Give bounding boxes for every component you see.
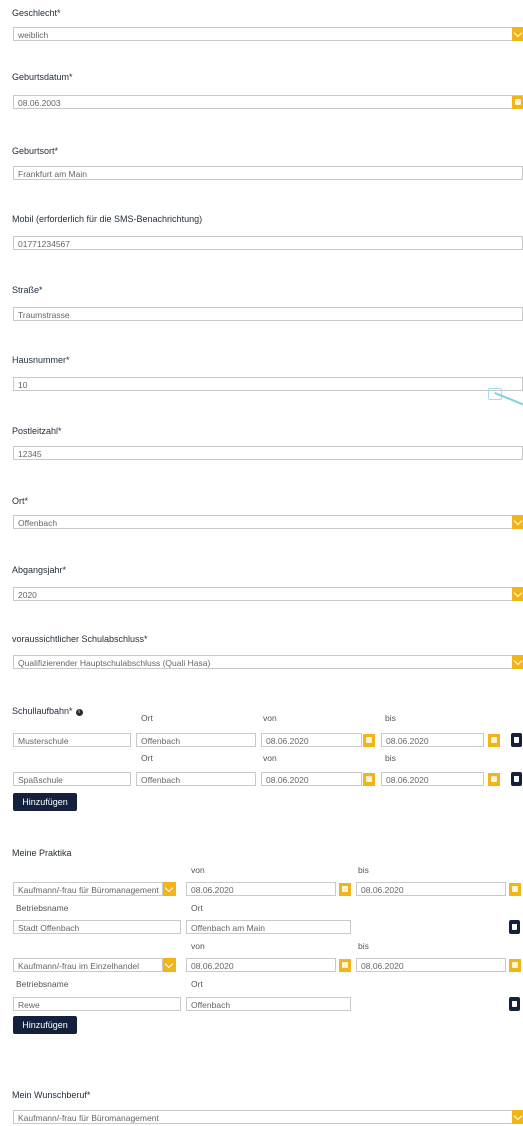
col-betriebsname: Betriebsname (16, 979, 69, 989)
schule-bis-input[interactable]: 08.06.2020 (381, 772, 484, 786)
hausnummer-label: Hausnummer* (12, 355, 70, 365)
col-ort: Ort (141, 753, 153, 763)
praktikum-von-input[interactable]: 08.06.2020 (186, 882, 336, 896)
col-von: von (191, 941, 205, 951)
calendar-icon[interactable] (363, 734, 375, 747)
abgangsjahr-select[interactable]: 2020 (13, 587, 523, 601)
col-ort: Ort (191, 903, 203, 913)
praktikum-bis-input[interactable]: 08.06.2020 (356, 882, 506, 896)
geburtsort-label: Geburtsort* (12, 146, 59, 156)
schule-bis-input[interactable]: 08.06.2020 (381, 733, 484, 747)
hausnummer-input[interactable]: 10 (13, 377, 523, 391)
geschlecht-select[interactable]: weiblich (13, 27, 523, 41)
col-bis: bis (385, 713, 396, 723)
col-von: von (263, 713, 277, 723)
strasse-label: Straße* (12, 285, 43, 295)
calendar-icon[interactable] (339, 883, 351, 896)
schullaufbahn-add-button[interactable]: Hinzufügen (13, 793, 77, 811)
praktikum-beruf-select[interactable]: Kaufmann/-frau für Büromanagement (13, 882, 163, 896)
betrieb-ort-input[interactable]: Offenbach (186, 997, 351, 1011)
geburtsdatum-label: Geburtsdatum* (12, 72, 73, 82)
trash-icon[interactable] (511, 733, 522, 747)
geburtsdatum-input[interactable]: 08.06.2003 (13, 95, 523, 109)
chevron-down-icon[interactable] (512, 587, 523, 601)
trash-icon[interactable] (509, 997, 520, 1011)
betriebsname-input[interactable]: Rewe (13, 997, 181, 1011)
schule-input[interactable]: Spaßschule (13, 772, 131, 786)
betrieb-ort-input[interactable]: Offenbach am Main (186, 920, 351, 934)
calendar-icon[interactable] (509, 883, 521, 896)
calendar-icon[interactable] (339, 959, 351, 972)
schule-ort-input[interactable]: Offenbach (136, 733, 256, 747)
chevron-down-icon[interactable] (512, 1110, 523, 1124)
praktika-add-button[interactable]: Hinzufügen (13, 1016, 77, 1034)
col-bis: bis (358, 941, 369, 951)
chevron-down-icon[interactable] (512, 655, 523, 669)
calendar-icon[interactable] (512, 96, 523, 109)
schule-ort-input[interactable]: Offenbach (136, 772, 256, 786)
col-ort: Ort (141, 713, 153, 723)
schulabschluss-label: voraussichtlicher Schulabschluss* (12, 634, 148, 644)
plz-input[interactable]: 12345 (13, 446, 523, 460)
mobil-label: Mobil (erforderlich für die SMS-Benachri… (12, 214, 203, 224)
chevron-down-icon[interactable] (512, 515, 523, 529)
wunschberuf-select[interactable]: Kaufmann/-frau für Büromanagement (13, 1110, 523, 1124)
strasse-input[interactable]: Traumstrasse (13, 307, 523, 321)
wunschberuf-label: Mein Wunschberuf* (12, 1090, 91, 1100)
calendar-icon[interactable] (488, 773, 500, 786)
praktikum-von-input[interactable]: 08.06.2020 (186, 958, 336, 972)
schulabschluss-select[interactable]: Qualifizierender Hauptschulabschluss (Qu… (13, 655, 523, 669)
ort-select[interactable]: Offenbach (13, 515, 523, 529)
info-icon[interactable]: i (75, 709, 83, 716)
praktikum-beruf-select[interactable]: Kaufmann/-frau im Einzelhandel (13, 958, 163, 972)
praktika-label: Meine Praktika (12, 848, 72, 858)
col-betriebsname: Betriebsname (16, 903, 69, 913)
col-von: von (263, 753, 277, 763)
col-ort: Ort (191, 979, 203, 989)
schullaufbahn-label: Schullaufbahn* i (12, 706, 83, 716)
chevron-down-icon[interactable] (163, 882, 176, 896)
trash-icon[interactable] (509, 920, 520, 934)
geburtsort-input[interactable]: Frankfurt am Main (13, 166, 523, 180)
abgangsjahr-label: Abgangsjahr* (12, 565, 67, 575)
plz-label: Postleitzahl* (12, 426, 62, 436)
praktikum-bis-input[interactable]: 08.06.2020 (356, 958, 506, 972)
trash-icon[interactable] (511, 772, 522, 786)
schule-von-input[interactable]: 08.06.2020 (261, 772, 362, 786)
col-bis: bis (358, 865, 369, 875)
chevron-down-icon[interactable] (512, 27, 523, 41)
pointer-mark (494, 392, 523, 409)
schule-von-input[interactable]: 08.06.2020 (261, 733, 362, 747)
chevron-down-icon[interactable] (163, 958, 176, 972)
schule-input[interactable]: Musterschule (13, 733, 131, 747)
ort-label: Ort* (12, 496, 29, 506)
schullaufbahn-label-text: Schullaufbahn* (12, 706, 73, 716)
calendar-icon[interactable] (509, 959, 521, 972)
calendar-icon[interactable] (363, 773, 375, 786)
geschlecht-label: Geschlecht* (12, 8, 61, 18)
mobil-input[interactable]: 01771234567 (13, 236, 523, 250)
betriebsname-input[interactable]: Stadt Offenbach (13, 920, 181, 934)
calendar-icon[interactable] (488, 734, 500, 747)
col-von: von (191, 865, 205, 875)
col-bis: bis (385, 753, 396, 763)
